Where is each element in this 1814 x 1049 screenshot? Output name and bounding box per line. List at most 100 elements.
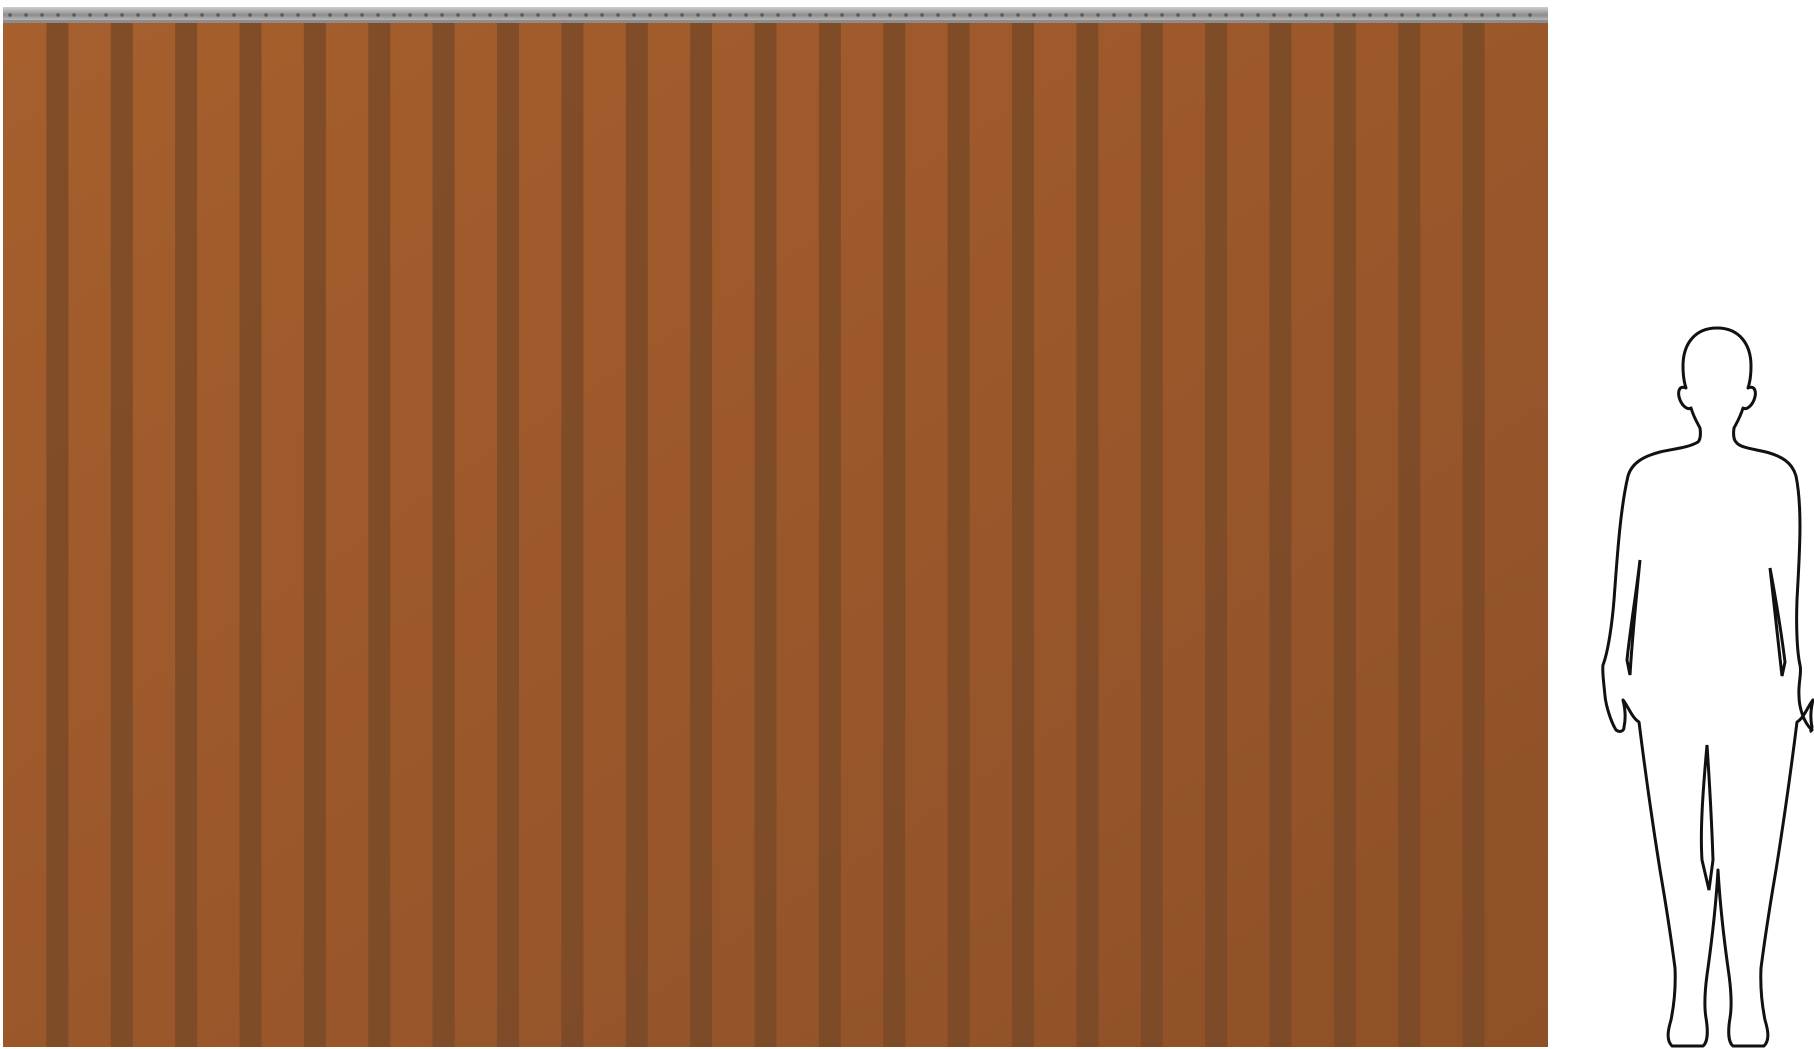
- rail-rivet: [328, 13, 332, 17]
- rail-rivet: [984, 13, 988, 17]
- rail-rivet: [104, 13, 108, 17]
- rail-rivet: [472, 13, 476, 17]
- rail-rivet: [184, 13, 188, 17]
- rail-rivet: [648, 13, 652, 17]
- rail-rivet: [936, 13, 940, 17]
- rail-rivet: [1304, 13, 1308, 17]
- rail-rivet: [248, 13, 252, 17]
- strip-overlap: [1269, 22, 1292, 1047]
- rail-rivet: [1192, 13, 1196, 17]
- rail-rivet: [1368, 13, 1372, 17]
- person-silhouette-icon: [1601, 326, 1814, 1048]
- strip-curtain: [3, 22, 1548, 1047]
- strip-overlap: [754, 22, 777, 1047]
- rail-rivet: [1384, 13, 1388, 17]
- rail-rivet: [1448, 13, 1452, 17]
- rail-rivet: [312, 13, 316, 17]
- rail-rivet: [424, 13, 428, 17]
- rail-rivet: [600, 13, 604, 17]
- rail-rivet: [152, 13, 156, 17]
- rail-rivet: [568, 13, 572, 17]
- rail-rivet: [680, 13, 684, 17]
- rail-rivet: [1112, 13, 1116, 17]
- rail-rivet: [1240, 13, 1244, 17]
- rail-rivet: [1160, 13, 1164, 17]
- rail-rivet: [632, 13, 636, 17]
- rail-rivet: [168, 13, 172, 17]
- rail-rivet: [440, 13, 444, 17]
- rail-rivet: [968, 13, 972, 17]
- rail-rivet: [888, 13, 892, 17]
- strip-overlap: [1012, 22, 1034, 1047]
- rail-rivet: [72, 13, 76, 17]
- rail-rivet: [1512, 13, 1516, 17]
- rail-rivet: [1320, 13, 1324, 17]
- rail-rivet: [808, 13, 812, 17]
- rail-rivet: [136, 13, 140, 17]
- rail-rivet: [584, 13, 588, 17]
- rail-rivet: [40, 13, 44, 17]
- strip-overlap: [1076, 22, 1099, 1047]
- person-outline: [1601, 326, 1814, 1048]
- rail-rivet: [1080, 13, 1084, 17]
- rail-rivet: [360, 13, 364, 17]
- rail-rivet: [1464, 13, 1468, 17]
- rail-rivet: [744, 13, 748, 17]
- rail-rivet: [1272, 13, 1276, 17]
- rail-rivet: [1176, 13, 1180, 17]
- rail-rivet: [712, 13, 716, 17]
- rail-rivet: [1224, 13, 1228, 17]
- strip-overlap: [625, 22, 648, 1047]
- rail-rivet: [792, 13, 796, 17]
- rail-rivet: [696, 13, 700, 17]
- strip-overlap: [175, 22, 198, 1047]
- strip-overlap: [947, 22, 970, 1047]
- rail-rivet: [840, 13, 844, 17]
- rail-rivet: [296, 13, 300, 17]
- rail-rivet: [408, 13, 412, 17]
- rail-rivet: [344, 13, 348, 17]
- strip-overlap: [1398, 22, 1421, 1047]
- rail-rivet: [1128, 13, 1132, 17]
- rail-rivet: [1048, 13, 1052, 17]
- rail-rivet: [1352, 13, 1356, 17]
- rail-rivet: [872, 13, 876, 17]
- rail-rivet: [824, 13, 828, 17]
- rail-rivet: [856, 13, 860, 17]
- rail-rivet: [664, 13, 668, 17]
- rail-rivet: [728, 13, 732, 17]
- rail-rivet: [24, 13, 28, 17]
- rail-rivet: [1336, 13, 1340, 17]
- strip-overlap: [303, 22, 326, 1047]
- strip-overlap: [46, 22, 69, 1047]
- rail-rivet: [1016, 13, 1020, 17]
- rail-rivet: [904, 13, 908, 17]
- rail-rivet: [552, 13, 556, 17]
- strip-overlap: [1333, 22, 1356, 1047]
- rail-rivet: [488, 13, 492, 17]
- rail-rivet: [120, 13, 124, 17]
- rail-rivet: [216, 13, 220, 17]
- rail-rivet: [952, 13, 956, 17]
- rail-rivet: [56, 13, 60, 17]
- rail-rivet: [88, 13, 92, 17]
- rail-rivet: [920, 13, 924, 17]
- rail-rivet: [520, 13, 524, 17]
- rail-rivet: [616, 13, 620, 17]
- rail-rivet: [456, 13, 460, 17]
- strip-overlap: [818, 22, 841, 1047]
- strip-overlap: [239, 22, 262, 1047]
- rail-rivet: [1480, 13, 1484, 17]
- rail-rivet: [1496, 13, 1500, 17]
- rail-rivet: [1432, 13, 1436, 17]
- rail-rivet: [264, 13, 268, 17]
- mounting-rail-icon: [3, 7, 1548, 23]
- rail-rivet: [504, 13, 508, 17]
- rail-rivet: [1528, 13, 1532, 17]
- strip-overlap: [561, 22, 584, 1047]
- rail-rivet: [1000, 13, 1004, 17]
- rail-rivet: [200, 13, 204, 17]
- rail-rivet: [1064, 13, 1068, 17]
- strip-overlap: [497, 22, 519, 1047]
- rail-rivet: [1256, 13, 1260, 17]
